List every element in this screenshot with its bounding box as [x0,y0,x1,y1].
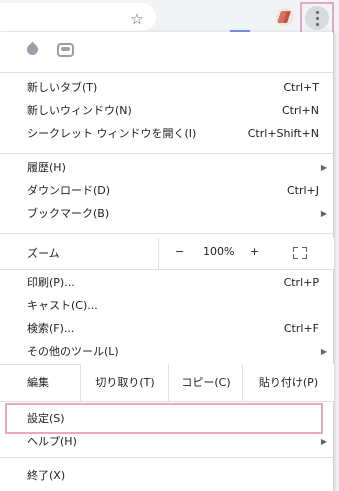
menu-item-label: 新しいタブ(T) [27,81,98,94]
menu-item-label: 印刷(P)... [27,276,75,289]
extension-icon[interactable] [276,8,294,26]
chevron-right-icon: ▶ [320,347,327,356]
chevron-right-icon: ▶ [320,437,327,446]
menu-item-label: キャスト(C)... [27,299,98,312]
zoom-in-button[interactable]: + [250,245,259,258]
extension-icons-row [0,32,333,72]
star-icon[interactable]: ☆ [128,10,146,28]
line-app-icon[interactable] [57,43,74,57]
cut-button[interactable]: 切り取り(T) [80,364,169,401]
settings-highlight [5,403,323,434]
menu-item-shortcut: Ctrl+P [283,276,319,289]
menu-item-label: シークレット ウィンドウを開く(I) [27,127,197,140]
menu-item-cast[interactable]: キャスト(C)... [0,295,333,317]
zoom-out-button[interactable]: − [175,245,184,258]
menu-item-label: ブックマーク(B) [27,207,110,220]
divider [0,401,333,402]
divider [0,153,333,154]
menu-item-more-tools[interactable]: その他のツール(L) ▶ [0,341,333,363]
divider [0,233,333,234]
menu-item-help[interactable]: ヘルプ(H) ▶ [0,431,333,453]
zoom-row: ズーム − 100% + [0,238,334,269]
menu-item-shortcut: Ctrl+F [283,322,319,335]
menu-item-label: 新しいウィンドウ(N) [27,104,132,117]
menu-item-label: 検索(F)... [27,322,75,335]
menu-item-label: ヘルプ(H) [27,435,77,448]
divider [0,72,333,73]
browser-toolbar: ☆ [0,0,339,34]
fullscreen-icon[interactable] [293,247,307,259]
zoom-level: 100% [203,245,235,258]
menu-item-label: 終了(X) [27,469,66,482]
menu-item-new-window[interactable]: 新しいウィンドウ(N) Ctrl+N [0,100,333,122]
copy-button[interactable]: コピー(C) [168,364,243,401]
menu-item-print[interactable]: 印刷(P)... Ctrl+P [0,272,333,294]
menu-item-history[interactable]: 履歴(H) ▶ [0,157,333,179]
menu-item-label: 履歴(H) [27,161,66,174]
menu-item-shortcut: Ctrl+J [286,184,319,197]
three-dots-vertical-icon[interactable] [305,6,329,30]
paste-button[interactable]: 貼り付け(P) [242,364,334,401]
edit-row: 編集 切り取り(T) コピー(C) 貼り付け(P) [0,364,334,401]
menu-item-shortcut: Ctrl+N [281,104,319,117]
menu-item-shortcut: Ctrl+T [283,81,319,94]
droplet-icon[interactable] [24,41,41,58]
menu-item-find[interactable]: 検索(F)... Ctrl+F [0,318,333,340]
menu-item-label: ダウンロード(D) [27,184,111,197]
menu-item-new-tab[interactable]: 新しいタブ(T) Ctrl+T [0,77,333,99]
menu-item-downloads[interactable]: ダウンロード(D) Ctrl+J [0,180,333,202]
chevron-right-icon: ▶ [320,163,327,172]
divider [0,457,333,458]
zoom-controls: − 100% + [158,238,334,269]
edit-label: 編集 [27,376,49,389]
chevron-right-icon: ▶ [320,209,327,218]
zoom-label: ズーム [27,247,60,260]
menu-item-incognito[interactable]: シークレット ウィンドウを開く(I) Ctrl+Shift+N [0,123,333,145]
menu-item-bookmarks[interactable]: ブックマーク(B) ▶ [0,203,333,225]
menu-item-exit[interactable]: 終了(X) [0,465,333,487]
menu-item-shortcut: Ctrl+Shift+N [247,127,319,140]
divider [0,269,333,270]
menu-item-label: その他のツール(L) [27,345,119,358]
address-bar[interactable]: ☆ [0,3,156,31]
chrome-menu: 新しいタブ(T) Ctrl+T 新しいウィンドウ(N) Ctrl+N シークレッ… [0,32,334,491]
